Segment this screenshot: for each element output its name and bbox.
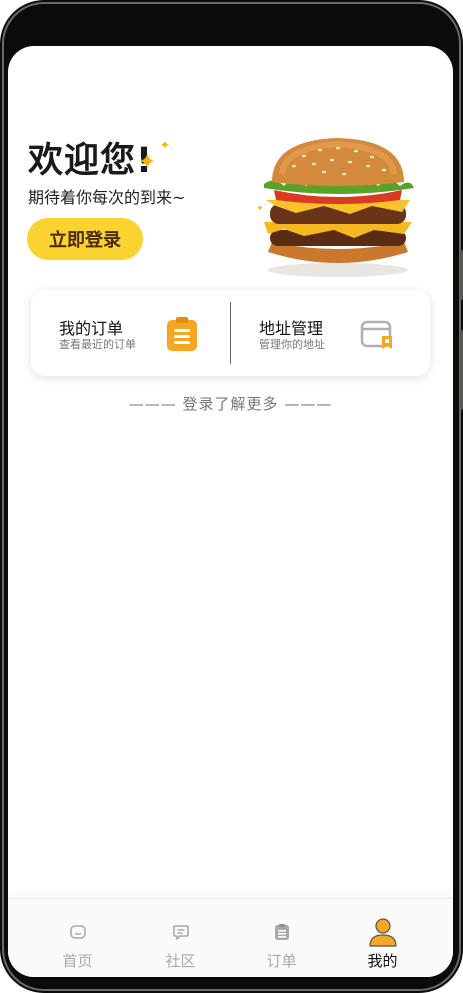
- tab-community[interactable]: 社区: [125, 899, 236, 977]
- sparkle-icon: ✦: [138, 150, 157, 175]
- sparkle-icon: ✦: [160, 138, 171, 152]
- bottom-tab-bar: 首页 社区 订单 我的: [8, 898, 453, 977]
- quick-actions-card: 我的订单 查看最近的订单 地址管理 管理你的地址: [31, 290, 430, 376]
- tab-label: 首页: [62, 952, 93, 970]
- my-orders-subtitle: 查看最近的订单: [59, 338, 136, 351]
- tab-home[interactable]: 首页: [22, 899, 133, 977]
- my-orders-entry[interactable]: 我的订单 查看最近的订单: [31, 290, 230, 376]
- tab-orders[interactable]: 订单: [226, 899, 337, 977]
- chat-icon: [172, 925, 189, 940]
- profile-icon: [368, 918, 397, 947]
- address-card-icon: [360, 320, 392, 349]
- burger-image: [264, 138, 414, 277]
- login-button[interactable]: 立即登录: [27, 218, 143, 260]
- tab-profile[interactable]: 我的: [327, 899, 438, 977]
- address-management-entry[interactable]: 地址管理 管理你的地址: [231, 290, 430, 376]
- clipboard-icon: [167, 317, 197, 351]
- tab-label: 社区: [165, 952, 196, 970]
- home-icon: [69, 925, 86, 939]
- welcome-subtitle: 期待着你每次的到来~: [28, 188, 186, 207]
- address-management-subtitle: 管理你的地址: [259, 338, 325, 351]
- welcome-title: 欢迎您!: [28, 141, 153, 181]
- orders-icon: [274, 924, 289, 940]
- welcome-hero: 欢迎您! ✦ ✦ ✦ 期待着你每次的到来~ 立即登录: [8, 46, 453, 286]
- phone-frame: 欢迎您! ✦ ✦ ✦ 期待着你每次的到来~ 立即登录 我的订单 查看最近的订单 …: [0, 0, 463, 993]
- tab-label: 我的: [367, 952, 398, 970]
- tab-label: 订单: [266, 952, 297, 970]
- app-screen: 欢迎您! ✦ ✦ ✦ 期待着你每次的到来~ 立即登录 我的订单 查看最近的订单 …: [8, 46, 453, 977]
- login-more-hint: ——— 登录了解更多 ———: [128, 395, 333, 413]
